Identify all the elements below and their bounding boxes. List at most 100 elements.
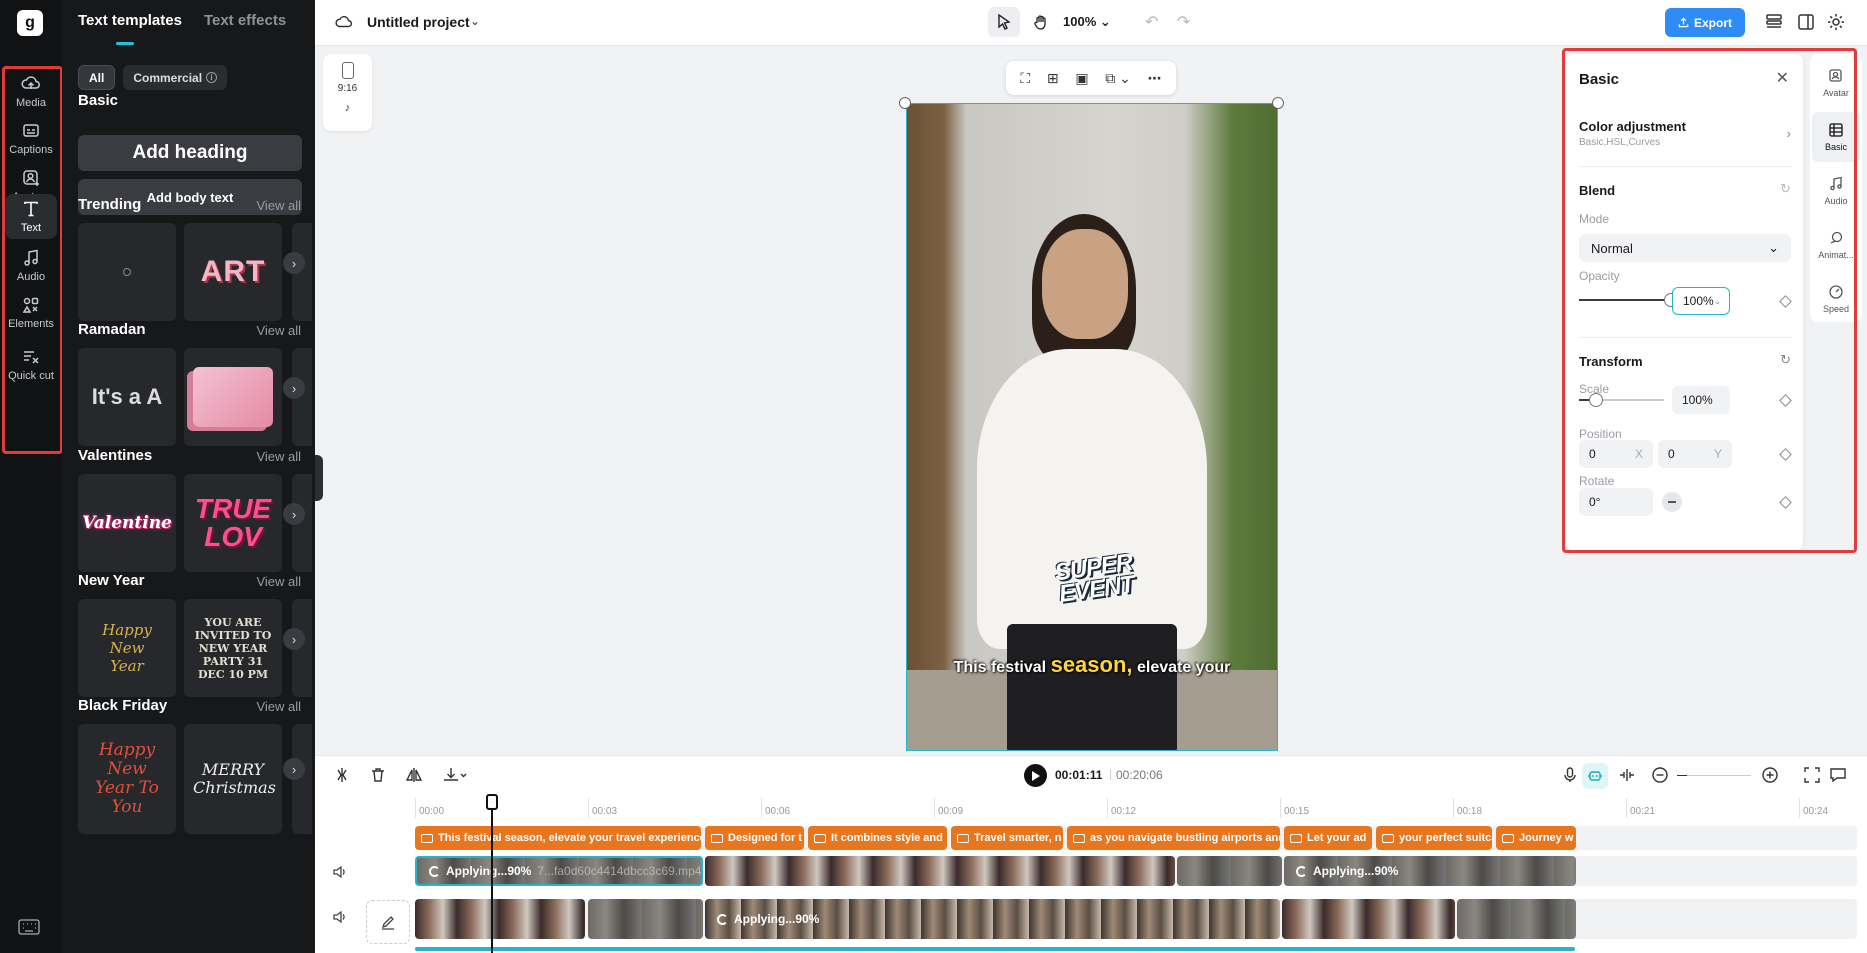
caption-clip[interactable]: Let your ad — [1284, 826, 1372, 850]
keyframe-icon[interactable] — [1779, 394, 1792, 407]
reset-icon[interactable]: ↻ — [1780, 352, 1791, 368]
remove-background-icon[interactable]: ⛶ — [1020, 70, 1030, 87]
template-tile[interactable]: It's a A — [78, 348, 176, 446]
opacity-input[interactable]: 100% ⌄ — [1672, 287, 1730, 315]
microphone-icon[interactable] — [1561, 766, 1579, 784]
tiktok-icon[interactable]: ♪ — [345, 102, 351, 114]
template-tile[interactable] — [184, 348, 282, 446]
crop-icon[interactable]: ▣ — [1075, 70, 1088, 87]
layout-panel-icon[interactable] — [1796, 12, 1816, 32]
side-tab-animation[interactable]: Animat... — [1812, 220, 1860, 270]
caption-clip[interactable]: It combines style and — [808, 826, 947, 850]
view-all-new-year[interactable]: View all — [256, 574, 301, 589]
chevron-down-icon[interactable]: ⌄ — [470, 14, 480, 28]
view-all-black-friday[interactable]: View all — [256, 699, 301, 714]
download-icon[interactable] — [442, 766, 468, 784]
color-adjustment-title[interactable]: Color adjustment — [1579, 119, 1686, 134]
caption-clip[interactable]: your perfect suitca — [1376, 826, 1492, 850]
link-split-icon[interactable] — [1618, 766, 1636, 784]
resize-handle-top-left[interactable] — [899, 97, 911, 109]
video-clip[interactable] — [588, 899, 703, 939]
flip-icon[interactable] — [405, 766, 423, 784]
stack-icon[interactable] — [1764, 12, 1784, 32]
rotate-dial[interactable] — [1662, 492, 1682, 512]
stepper-icon[interactable]: ⌄ — [1714, 296, 1722, 307]
blend-mode-select[interactable]: Normal ⌄ — [1579, 234, 1791, 262]
side-tab-audio[interactable]: Audio — [1812, 166, 1860, 216]
rotate-input[interactable]: 0° — [1579, 488, 1653, 516]
position-y-input[interactable]: 0 Y — [1658, 440, 1732, 468]
template-tile[interactable]: Valentine — [78, 474, 176, 572]
opacity-slider[interactable] — [1579, 293, 1671, 307]
zoom-in-icon[interactable] — [1761, 766, 1779, 784]
carousel-next-button[interactable]: › — [283, 758, 305, 780]
template-tile[interactable]: YOU ARE INVITED TO NEW YEAR PARTY 31 DEC… — [184, 599, 282, 697]
carousel-next-button[interactable]: › — [283, 377, 305, 399]
scale-input[interactable]: 100% — [1672, 386, 1730, 414]
caption-clip[interactable]: Travel smarter, n — [951, 826, 1063, 850]
fit-timeline-icon[interactable] — [1803, 766, 1821, 784]
more-options-icon[interactable]: ⋯ — [1148, 70, 1162, 87]
tab-text-effects[interactable]: Text effects — [204, 12, 286, 29]
video-caption[interactable]: This festival season, elevate your — [907, 652, 1277, 678]
template-tile[interactable]: TRUE LOV — [184, 474, 282, 572]
view-all-trending[interactable]: View all — [256, 198, 301, 213]
aspect-ratio-card[interactable]: 9:16 ♪ — [323, 54, 372, 131]
replace-media-icon[interactable]: ⧉ ⌄ — [1105, 70, 1131, 87]
filter-commercial[interactable]: Commerciali — [123, 65, 227, 90]
app-logo[interactable]: g — [17, 10, 43, 36]
cloud-save-icon[interactable] — [335, 13, 353, 31]
keyframe-icon[interactable] — [1779, 448, 1792, 461]
template-tile[interactable]: Happy New Year — [78, 599, 176, 697]
project-title[interactable]: Untitled project — [367, 14, 470, 30]
undo-icon[interactable]: ↶ — [1145, 12, 1158, 32]
keyframe-icon[interactable] — [1779, 496, 1792, 509]
gear-icon[interactable] — [1826, 12, 1846, 32]
add-element-icon[interactable]: ⊞ — [1047, 70, 1059, 87]
side-tab-speed[interactable]: Speed — [1812, 274, 1860, 324]
video-clip[interactable] — [1282, 899, 1455, 939]
select-tool-button[interactable] — [988, 7, 1020, 37]
hand-tool-button[interactable] — [1025, 7, 1057, 37]
video-clip[interactable] — [1177, 856, 1282, 886]
video-clip-selected[interactable]: Applying...90% 7...fa0d60c4414dbcc3c69.m… — [415, 856, 703, 886]
view-all-ramadan[interactable]: View all — [256, 323, 301, 338]
template-tile[interactable] — [78, 223, 176, 321]
video-preview[interactable]: SUPER EVENT This festival season, elevat… — [906, 103, 1278, 751]
video-clip[interactable] — [705, 856, 1175, 886]
playhead-handle[interactable] — [486, 794, 498, 810]
scale-slider[interactable] — [1579, 393, 1664, 407]
slider-knob[interactable] — [1589, 393, 1603, 407]
keyframe-icon[interactable] — [1779, 295, 1792, 308]
play-button[interactable] — [1024, 764, 1047, 787]
close-icon[interactable]: ✕ — [1776, 68, 1789, 88]
caption-clip[interactable]: Designed for t — [705, 826, 804, 850]
speaker-icon[interactable] — [332, 864, 348, 880]
tab-text-templates[interactable]: Text templates — [78, 12, 182, 29]
auto-snap-button[interactable] — [1582, 763, 1608, 789]
template-tile[interactable]: MERRY Christmas — [184, 724, 282, 834]
chevron-right-icon[interactable]: › — [1787, 126, 1791, 141]
add-heading-button[interactable]: Add heading — [78, 135, 302, 171]
carousel-next-button[interactable]: › — [283, 628, 305, 650]
view-all-valentines[interactable]: View all — [256, 449, 301, 464]
template-tile[interactable]: ART — [184, 223, 282, 321]
zoom-slider-track[interactable] — [1677, 775, 1751, 776]
resize-handle-top-right[interactable] — [1272, 97, 1284, 109]
keyboard-icon[interactable] — [18, 919, 40, 935]
trash-icon[interactable] — [369, 766, 387, 784]
reset-icon[interactable]: ↻ — [1780, 181, 1791, 197]
playhead[interactable] — [491, 795, 493, 953]
video-clip[interactable]: Applying...90% — [1284, 856, 1576, 886]
speaker-icon[interactable] — [332, 909, 348, 925]
redo-icon[interactable]: ↷ — [1177, 12, 1190, 32]
template-tile[interactable]: Happy New Year To You — [78, 724, 176, 834]
panel-collapse-handle[interactable] — [315, 455, 323, 501]
video-clip[interactable]: Applying...90% — [705, 899, 1280, 939]
filter-all[interactable]: All — [78, 65, 115, 90]
carousel-next-button[interactable]: › — [283, 252, 305, 274]
carousel-next-button[interactable]: › — [283, 503, 305, 525]
feedback-icon[interactable] — [1829, 766, 1847, 784]
cover-edit-button[interactable] — [366, 900, 410, 944]
zoom-out-icon[interactable] — [1651, 766, 1669, 784]
